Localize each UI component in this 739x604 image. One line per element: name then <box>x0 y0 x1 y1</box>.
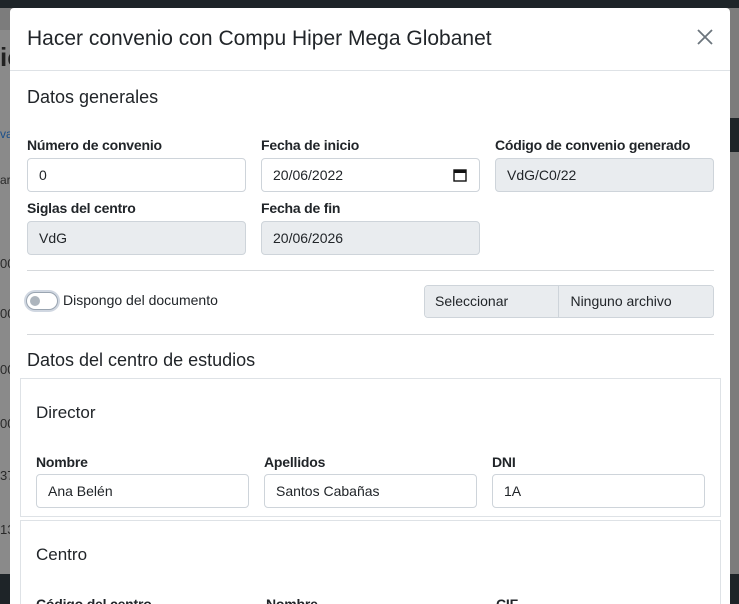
fecha-fin-field: 20/06/2026 <box>261 221 480 255</box>
codigo-convenio-label: Código de convenio generado <box>495 137 691 153</box>
divider <box>27 270 714 271</box>
fecha-inicio-value: 20/06/2022 <box>273 167 344 183</box>
background-table-header <box>729 118 739 152</box>
section-title-centro-estudios: Datos del centro de estudios <box>27 350 256 370</box>
modal-header: Hacer convenio con Compu Hiper Mega Glob… <box>10 8 730 71</box>
siglas-centro-field: VdG <box>27 221 246 255</box>
fecha-inicio-label: Fecha de inicio <box>261 137 360 153</box>
section-title-general: Datos generales <box>27 87 159 107</box>
centro-codigo-label: Código del centro <box>36 596 152 604</box>
director-card-title: Director <box>36 403 96 422</box>
siglas-centro-label: Siglas del centro <box>27 200 136 216</box>
agreement-modal: Hacer convenio con Compu Hiper Mega Glob… <box>10 8 730 604</box>
fecha-fin-label: Fecha de fin <box>261 200 341 216</box>
numero-convenio-input[interactable]: 0 <box>27 158 246 192</box>
calendar-icon[interactable] <box>453 168 467 182</box>
director-apellidos-label: Apellidos <box>264 454 326 470</box>
centro-card-title: Centro <box>36 545 88 564</box>
close-button[interactable] <box>696 28 716 48</box>
director-nombre-label: Nombre <box>36 454 88 470</box>
documento-toggle[interactable] <box>26 292 58 310</box>
centro-card: Centro Código del centro Nombre CIF <box>20 520 721 604</box>
numero-convenio-label: Número de convenio <box>27 137 162 153</box>
fecha-inicio-input[interactable]: 20/06/2022 <box>261 158 480 192</box>
divider <box>27 334 714 335</box>
select-file-button[interactable]: Seleccionar archivo <box>425 286 560 317</box>
file-name-display: Ninguno archivo selec. <box>559 286 713 317</box>
director-nombre-input[interactable]: Ana Belén <box>36 474 249 508</box>
toggle-knob <box>30 296 40 306</box>
file-input[interactable]: Seleccionar archivo Ninguno archivo sele… <box>424 285 714 318</box>
close-icon <box>697 29 713 45</box>
director-dni-label: DNI <box>492 454 516 470</box>
director-dni-input[interactable]: 1A <box>492 474 705 508</box>
director-card: Director Nombre Ana Belén Apellidos Sant… <box>20 378 721 517</box>
codigo-convenio-field: VdG/C0/22 <box>495 158 714 192</box>
documento-toggle-label: Dispongo del documento <box>63 292 218 308</box>
centro-nombre-label: Nombre <box>266 596 318 604</box>
centro-cif-label: CIF <box>496 596 518 604</box>
background-navbar <box>0 0 739 8</box>
director-apellidos-input[interactable]: Santos Cabañas <box>264 474 477 508</box>
modal-title: Hacer convenio con Compu Hiper Mega Glob… <box>27 27 492 50</box>
